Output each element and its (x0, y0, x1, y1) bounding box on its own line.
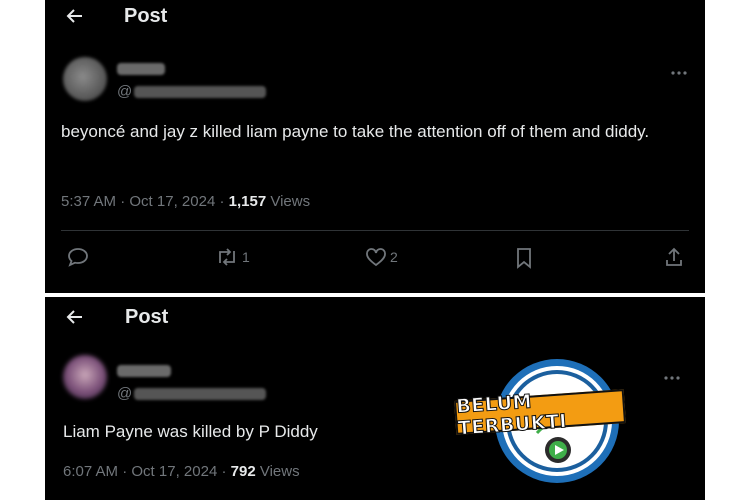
tweet-text: Liam Payne was killed by P Diddy (63, 422, 318, 441)
bookmark-button[interactable] (515, 247, 533, 269)
more-icon[interactable] (670, 60, 688, 81)
handle-redacted (134, 387, 267, 400)
tweet-text: beyoncé and jay z killed liam payne to t… (61, 122, 650, 141)
views-count: 1,157 (228, 193, 267, 210)
reply-button[interactable] (67, 247, 89, 267)
page-title: Post (125, 306, 169, 328)
tweet-time[interactable]: 5:37 AM (61, 193, 116, 210)
bookmark-icon (515, 247, 533, 269)
belum-terbukti-stamp: BELUM TERBUKTI (454, 345, 626, 495)
reply-icon (67, 247, 89, 267)
tweet-date[interactable]: Oct 17, 2024 (131, 463, 217, 480)
handle-at-sign: @ (117, 385, 133, 402)
tweet-meta: 6:07 AM · Oct 17, 2024 · 792 Views (63, 463, 300, 480)
divider (61, 230, 689, 231)
views-label: Views (270, 193, 311, 210)
retweet-icon (215, 247, 239, 267)
retweet-button[interactable]: 1 (215, 247, 250, 267)
post-screen-1: Post @ beyoncé and jay z killed liam pay… (45, 0, 705, 293)
views-label: Views (259, 463, 300, 480)
like-icon (365, 247, 387, 267)
back-arrow-icon[interactable] (65, 307, 85, 331)
back-arrow-icon[interactable] (65, 6, 85, 30)
display-name-redacted[interactable] (117, 365, 171, 377)
like-count: 2 (390, 249, 398, 265)
avatar[interactable] (63, 57, 107, 101)
share-icon (664, 246, 684, 268)
share-button[interactable] (664, 246, 684, 268)
tweet-date[interactable]: Oct 17, 2024 (129, 193, 215, 210)
tweet-meta: 5:37 AM · Oct 17, 2024 · 1,157 Views (61, 193, 311, 210)
display-name-redacted[interactable] (117, 63, 165, 75)
retweet-count: 1 (242, 249, 250, 265)
like-button[interactable]: 2 (365, 247, 398, 267)
views-count: 792 (230, 463, 256, 480)
more-icon[interactable] (663, 365, 681, 386)
avatar[interactable] (63, 355, 107, 399)
tweet-time[interactable]: 6:07 AM (63, 463, 118, 480)
stamp-label-box: BELUM TERBUKTI (454, 389, 626, 440)
handle-at-sign: @ (117, 83, 133, 100)
user-handle[interactable]: @ (117, 385, 267, 402)
page-title: Post (124, 5, 168, 27)
user-handle[interactable]: @ (117, 83, 267, 100)
handle-redacted (134, 85, 267, 98)
